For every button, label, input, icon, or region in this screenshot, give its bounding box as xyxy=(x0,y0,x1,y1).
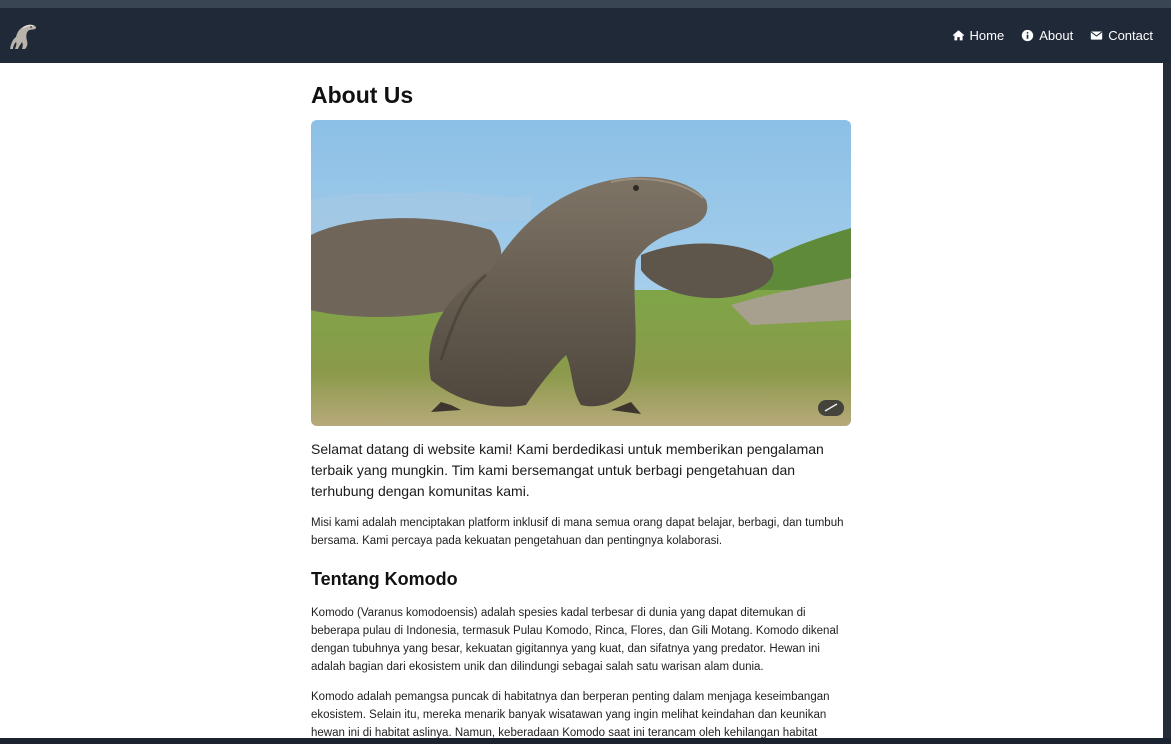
window-bottom-strip xyxy=(0,738,1171,744)
navbar: Home About Contact xyxy=(0,8,1171,63)
envelope-icon xyxy=(1091,31,1103,40)
nav-contact-label: Contact xyxy=(1108,28,1153,43)
nav-home[interactable]: Home xyxy=(952,28,1005,43)
main-nav: Home About Contact xyxy=(952,8,1153,63)
home-icon xyxy=(952,30,964,41)
mission-paragraph: Misi kami adalah menciptakan platform in… xyxy=(311,517,844,547)
nav-about-label: About xyxy=(1039,28,1074,43)
nav-contact[interactable]: Contact xyxy=(1090,28,1153,43)
komodo-image xyxy=(311,120,851,426)
page-content: About Us Selamat datang di website kami!… xyxy=(0,63,1163,738)
section-title-komodo: Tentang Komodo xyxy=(311,569,458,589)
page-title: About Us xyxy=(311,82,414,108)
info-icon xyxy=(1022,29,1034,42)
scrollbar[interactable] xyxy=(1163,63,1171,738)
komodo-paragraph-2: Komodo adalah pemangsa puncak di habitat… xyxy=(311,691,830,738)
intro-paragraph: Selamat datang di website kami! Kami ber… xyxy=(311,441,824,499)
komodo-paragraph-1: Komodo (Varanus komodoensis) adalah spes… xyxy=(311,607,839,673)
komodo-logo[interactable] xyxy=(6,19,40,53)
nav-home-label: Home xyxy=(969,28,1005,43)
nav-about[interactable]: About xyxy=(1021,28,1073,43)
window-top-strip xyxy=(0,0,1171,8)
